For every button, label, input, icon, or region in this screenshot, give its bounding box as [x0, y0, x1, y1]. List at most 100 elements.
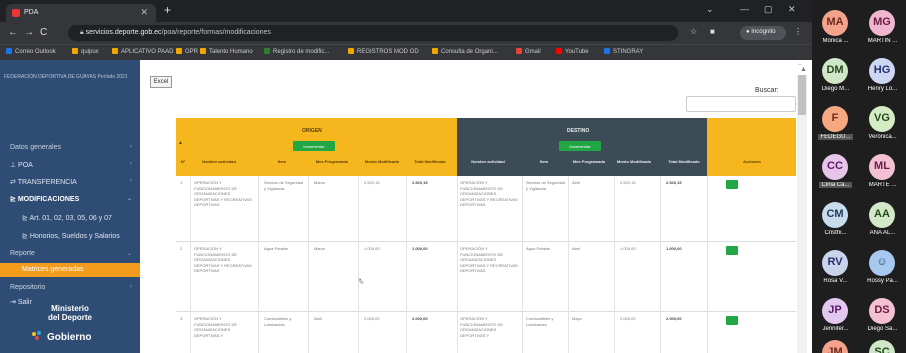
maximize-icon[interactable]: ▢: [764, 4, 773, 15]
sidebar-subitem-honorarios[interactable]: ⊵ Honorios, Sueldos y Salarios: [0, 232, 140, 240]
bookmark-item[interactable]: quipux: [72, 48, 99, 55]
participant-tile[interactable]: CC Cinia Ca...: [812, 148, 859, 194]
chevron-down-icon: ⌄: [126, 196, 132, 202]
column-divider: [660, 176, 661, 353]
destination-group-title: DESTINO: [567, 128, 590, 134]
minimize-icon[interactable]: —: [740, 4, 749, 14]
excel-export-button[interactable]: Excel: [150, 76, 172, 88]
tab-bar: PDA ✕ + ⌄ — ▢ ✕: [0, 0, 812, 22]
destination-add-button[interactable]: Incrementar: [559, 141, 601, 151]
row-action-button[interactable]: [726, 246, 738, 255]
participant-tile[interactable]: JP Jennifer...: [812, 292, 859, 338]
cell-dest-month: Abril: [572, 246, 581, 251]
bookmark-item[interactable]: APLICATIVO PAAD: [112, 48, 173, 55]
participant-tile[interactable]: MG MARTIN ...: [859, 4, 906, 50]
page-scrollbar[interactable]: [797, 75, 807, 353]
row-action-button[interactable]: [726, 180, 738, 189]
bookmark-label: Consulta de Organi...: [441, 49, 498, 55]
participant-tile[interactable]: DS Diego Sa...: [859, 292, 906, 338]
government-emblem-icon: [32, 331, 41, 340]
participant-tile[interactable]: CM Cristhi...: [812, 196, 859, 242]
sidebar-section-repositorio[interactable]: Repositorio ‹: [0, 284, 140, 291]
bookmark-item[interactable]: REGISTROS MOD OD: [348, 48, 419, 55]
reload-icon[interactable]: C: [40, 27, 47, 38]
col-header[interactable]: Total Modificado: [664, 159, 704, 164]
transfer-icon: ⇄: [10, 179, 18, 186]
row-action-button[interactable]: [726, 316, 738, 325]
cell-activity: OPERACIÓN Y FUNCIONAMIENTO DE ORGANIZACI…: [194, 180, 252, 207]
back-icon[interactable]: ←: [8, 27, 18, 38]
tab-search-icon[interactable]: ⌄: [706, 4, 714, 15]
participant-tile[interactable]: RV Rosa V...: [812, 244, 859, 290]
sidebar-item-label: Datos generales: [10, 144, 61, 151]
url-input[interactable]: 🔒︎ servicios.deporte.gob.ec/poa/reporte/…: [68, 25, 678, 41]
bookmark-item[interactable]: Consulta de Organi...: [432, 48, 498, 55]
col-header[interactable]: Monto Modificado: [364, 159, 400, 164]
bookmark-item[interactable]: YouTube: [556, 48, 589, 55]
menu-icon[interactable]: ⋮: [794, 27, 802, 36]
table-row: 1 OPERACIÓN Y FUNCIONAMIENTO DE ORGANIZA…: [176, 176, 796, 242]
participant-tile[interactable]: SC: [859, 334, 906, 353]
col-header[interactable]: Nombre actividad: [194, 159, 244, 164]
search-input[interactable]: [686, 96, 796, 112]
user-icon: ☺: [869, 250, 895, 276]
col-header[interactable]: Mes Programado: [314, 159, 350, 164]
sidebar-item-label: Matrices generadas: [22, 266, 84, 273]
close-tab-icon[interactable]: ✕: [140, 7, 148, 18]
bookmark-icon: [604, 48, 610, 54]
origin-add-button[interactable]: Incrementar: [293, 141, 335, 151]
sidebar-item-modificaciones[interactable]: ⊵ MODIFICACIONES ⌄: [0, 195, 140, 203]
sidebar-item-label: TRANSFERENCIA: [17, 179, 77, 186]
participant-tile[interactable]: ☺ Rossy Pa...: [859, 244, 906, 290]
sidebar-subitem-articulos[interactable]: ⊵ Art. 01, 02, 03, 05, 06 y 07: [0, 214, 140, 222]
collapse-icon[interactable]: −: [798, 62, 802, 68]
col-header[interactable]: Mes Programado: [571, 159, 607, 164]
participant-name: ANA AL...: [869, 230, 896, 236]
sidebar-item-transferencia[interactable]: ⇄ TRANSFERENCIA ‹: [0, 178, 140, 186]
avatar: CM: [822, 202, 848, 228]
bookmark-label: YouTube: [565, 49, 589, 55]
col-header[interactable]: Monto Modificado: [616, 159, 652, 164]
extension-icon[interactable]: ■: [710, 27, 715, 36]
participant-tile[interactable]: ML MARTE ...: [859, 148, 906, 194]
col-header[interactable]: Ítem: [264, 159, 300, 164]
participant-tile[interactable]: MA Mónica ...: [812, 4, 859, 50]
col-header[interactable]: Nombre actividad: [460, 159, 516, 164]
bookmark-item[interactable]: Correo Outlook: [6, 48, 56, 55]
participant-tile[interactable]: VG Verónica...: [859, 100, 906, 146]
sidebar-section-reporte[interactable]: Reporte ⌄: [0, 250, 140, 257]
cell-dest-total: 1.000,00: [666, 246, 682, 251]
browser-tab[interactable]: PDA ✕: [6, 4, 156, 22]
col-header[interactable]: Ítem: [526, 159, 562, 164]
bookmark-item[interactable]: GPR: [176, 48, 198, 55]
close-window-icon[interactable]: ✕: [788, 4, 796, 15]
scrollbar-thumb[interactable]: [798, 75, 806, 115]
new-tab-icon[interactable]: +: [164, 3, 171, 17]
bookmark-icon: [112, 48, 118, 54]
avatar: ML: [869, 154, 895, 180]
participant-tile[interactable]: AA ANA AL...: [859, 196, 906, 242]
participant-name: Rossy Pa...: [867, 278, 898, 284]
col-header[interactable]: Total Modificado: [410, 159, 450, 164]
star-icon[interactable]: ☆: [690, 27, 697, 36]
org-heading: FEDERACIÓN DEPORTIVA DE GUAYAS Período 2…: [4, 74, 128, 80]
bookmark-item[interactable]: STINGRAY: [604, 48, 643, 55]
participant-tile[interactable]: DM Diego M...: [812, 52, 859, 98]
sidebar-section-general[interactable]: Datos generales ‹: [0, 144, 140, 151]
bookmark-item[interactable]: Gmail: [516, 48, 541, 55]
chart-icon: ⊵: [22, 233, 30, 240]
sidebar-item-matrices[interactable]: Matrices generadas: [0, 263, 140, 277]
participant-name: Jennifer...: [822, 326, 849, 332]
col-header[interactable]: N°: [176, 159, 190, 164]
participant-tile[interactable]: F FEDEGU...: [812, 100, 859, 146]
forward-icon[interactable]: →: [24, 27, 34, 38]
bookmark-label: quipux: [81, 49, 99, 55]
profile-button[interactable]: ● Incógnito: [740, 26, 786, 40]
bookmark-item[interactable]: Talento Humano: [200, 48, 253, 55]
participant-tile[interactable]: JM: [812, 334, 859, 353]
participant-tile[interactable]: HG Henry Lo...: [859, 52, 906, 98]
col-header[interactable]: Acciones: [724, 159, 780, 164]
sidebar-item-poa[interactable]: ⊥ POA ‹: [0, 161, 140, 169]
bookmark-item[interactable]: Registro de modific...: [264, 48, 329, 55]
government-logo: Gobierno: [30, 330, 91, 343]
